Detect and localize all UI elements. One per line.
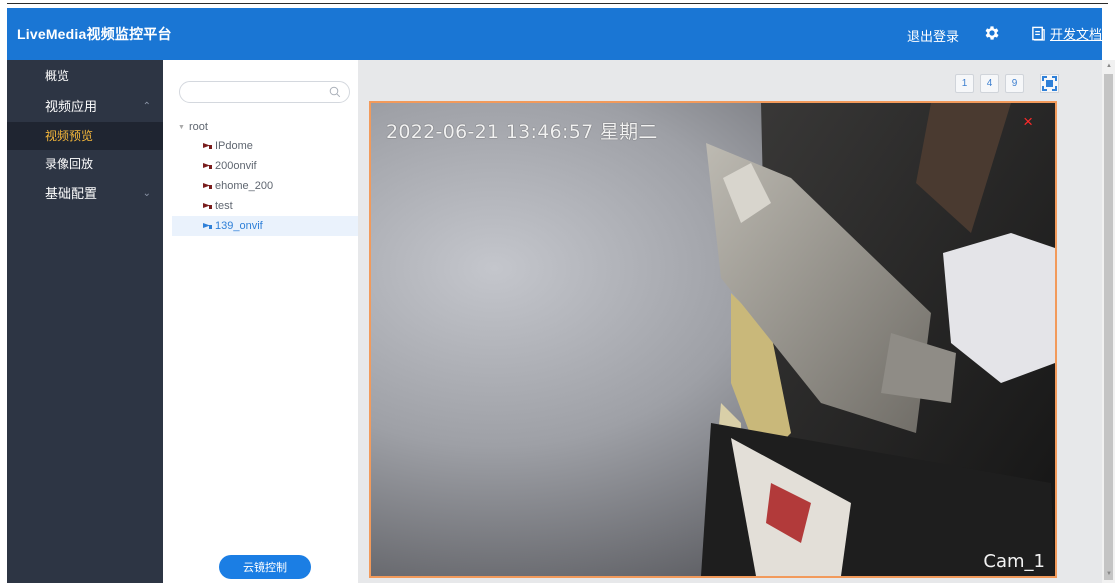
sidebar-item-label: 概览 xyxy=(45,69,70,83)
split-9-button[interactable]: 9 xyxy=(1005,74,1024,93)
tree-node-device-selected[interactable]: 139_onvif xyxy=(172,216,358,236)
tree-node-label: 200onvif xyxy=(215,160,257,172)
document-icon xyxy=(1032,26,1045,41)
sidebar-item-video-apps[interactable]: 视频应用 ⌃ xyxy=(7,93,163,121)
sidebar-item-label: 基础配置 xyxy=(45,186,98,201)
sidebar-item-label: 视频应用 xyxy=(45,99,98,114)
scroll-down-arrow-icon[interactable]: ▼ xyxy=(1106,571,1112,577)
close-video-icon[interactable]: × xyxy=(1023,113,1033,130)
chevron-up-icon: ⌃ xyxy=(142,101,151,112)
page-scrollbar[interactable]: ▲ ▼ xyxy=(1102,60,1115,583)
sidebar-item-basic-config[interactable]: 基础配置 ⌄ xyxy=(7,180,163,208)
split-4-button[interactable]: 4 xyxy=(980,74,999,93)
gear-icon[interactable] xyxy=(983,24,1001,42)
camera-icon xyxy=(203,183,212,189)
ptz-control-button[interactable]: 云镜控制 xyxy=(219,555,311,579)
split-1-button[interactable]: 1 xyxy=(955,74,974,93)
sidebar-item-label: 录像回放 xyxy=(45,157,94,171)
camera-feed-image xyxy=(371,103,1055,576)
tree-node-label: IPdome xyxy=(215,140,253,152)
scrollbar-thumb[interactable] xyxy=(1104,74,1113,580)
sidebar-item-video-preview[interactable]: 视频预览 xyxy=(7,122,163,150)
tree-node-label: ehome_200 xyxy=(215,180,274,192)
camera-icon xyxy=(203,223,212,229)
osd-camera-name: Cam_1 xyxy=(983,551,1045,572)
search-icon[interactable] xyxy=(329,86,341,98)
video-main-area: 1 4 9 2022-06-21 13:46:57 星期二 × Cam_1 xyxy=(358,60,1102,583)
app-window: LiveMedia视频监控平台 退出登录 开发文档 概览 视频应用 ⌃ 视频预览 xyxy=(0,0,1115,583)
tree-root-node[interactable]: ▼ root xyxy=(178,121,208,133)
camera-icon xyxy=(203,163,212,169)
chevron-down-icon: ⌄ xyxy=(142,188,151,199)
sidebar-item-overview[interactable]: 概览 xyxy=(7,62,163,90)
tree-node-label: 139_onvif xyxy=(215,220,263,232)
osd-timestamp: 2022-06-21 13:46:57 星期二 xyxy=(386,121,658,143)
video-player[interactable]: 2022-06-21 13:46:57 星期二 × Cam_1 xyxy=(369,101,1057,578)
tree-search-input[interactable] xyxy=(190,82,330,102)
sidebar-item-label: 视频预览 xyxy=(45,129,94,143)
collapse-triangle-icon[interactable]: ▼ xyxy=(178,124,185,131)
brand-title: LiveMedia视频监控平台 xyxy=(17,26,172,42)
sidebar-item-playback[interactable]: 录像回放 xyxy=(7,150,163,178)
camera-icon xyxy=(203,203,212,209)
tree-node-label: test xyxy=(215,200,233,212)
tree-node-device[interactable]: test xyxy=(172,196,358,216)
tree-node-device[interactable]: ehome_200 xyxy=(172,176,358,196)
docs-label: 开发文档 xyxy=(1050,27,1103,42)
tree-node-device[interactable]: 200onvif xyxy=(172,156,358,176)
camera-icon xyxy=(203,143,212,149)
device-tree-panel: ▼ root IPdome 200onvif ehome_200 test 139… xyxy=(172,68,358,583)
tree-search-box xyxy=(179,81,350,103)
scroll-up-arrow-icon[interactable]: ▲ xyxy=(1106,63,1112,69)
docs-link[interactable]: 开发文档 xyxy=(1031,24,1102,43)
tree-node-device[interactable]: IPdome xyxy=(172,136,358,156)
top-divider xyxy=(7,3,1108,4)
logout-link[interactable]: 退出登录 xyxy=(907,26,959,45)
fullscreen-icon[interactable] xyxy=(1040,74,1059,93)
top-header: LiveMedia视频监控平台 退出登录 开发文档 xyxy=(7,8,1102,60)
tree-root-label: root xyxy=(188,121,208,133)
sidebar-nav: 概览 视频应用 ⌃ 视频预览 录像回放 基础配置 ⌄ xyxy=(7,60,163,583)
